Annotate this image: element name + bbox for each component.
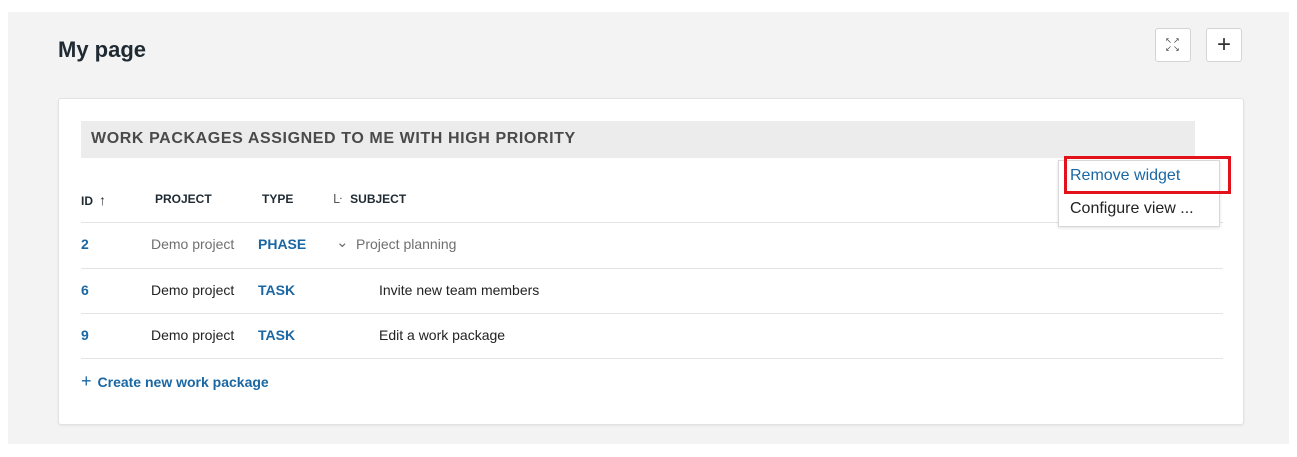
- page-container: My page ↖↗ ↙↘ + WORK PACKAGES ASSIGNED TO…: [8, 12, 1289, 444]
- widget-title: WORK PACKAGES ASSIGNED TO ME WITH HIGH P…: [91, 130, 576, 147]
- divider: [81, 358, 1223, 359]
- configure-view-menu-item[interactable]: Configure view ...: [1070, 200, 1194, 218]
- add-widget-button[interactable]: +: [1206, 28, 1242, 62]
- row-type: TASK: [258, 282, 296, 298]
- row-id-link[interactable]: 9: [81, 327, 89, 343]
- column-header-type[interactable]: TYPE: [262, 192, 293, 206]
- expand-button[interactable]: ↖↗ ↙↘: [1155, 28, 1191, 62]
- row-project: Demo project: [151, 327, 235, 343]
- row-subject[interactable]: Edit a work package: [379, 327, 505, 343]
- column-header-subject[interactable]: ᒷ SUBJECT: [333, 192, 406, 206]
- remove-widget-menu-item[interactable]: Remove widget: [1070, 167, 1180, 185]
- divider: [81, 222, 1223, 223]
- sort-ascending-icon: ↑: [99, 192, 106, 208]
- column-header-id[interactable]: ID ↑: [81, 192, 106, 208]
- hierarchy-icon: ᒷ: [333, 192, 343, 206]
- row-id-link[interactable]: 2: [81, 236, 89, 252]
- column-header-project[interactable]: PROJECT: [155, 192, 212, 206]
- collapse-chevron-icon[interactable]: ⌄: [336, 233, 349, 251]
- row-subject[interactable]: Project planning: [356, 236, 456, 252]
- create-work-package-link[interactable]: + Create new work package: [81, 371, 269, 392]
- column-header-id-label: ID: [81, 194, 93, 208]
- row-id-link[interactable]: 6: [81, 282, 89, 298]
- expand-icon: ↖↗ ↙↘: [1165, 36, 1181, 53]
- row-subject[interactable]: Invite new team members: [379, 282, 539, 298]
- row-type: TASK: [258, 327, 296, 343]
- widget-context-menu: Remove widget Configure view ...: [1058, 160, 1220, 227]
- page-title: My page: [58, 37, 147, 62]
- row-type: PHASE: [258, 236, 307, 252]
- create-work-package-label: Create new work package: [97, 374, 269, 390]
- column-header-subject-label: SUBJECT: [350, 192, 407, 206]
- work-packages-widget: WORK PACKAGES ASSIGNED TO ME WITH HIGH P…: [58, 98, 1244, 425]
- plus-icon: +: [1216, 31, 1231, 58]
- divider: [81, 313, 1223, 314]
- plus-icon: +: [81, 371, 92, 391]
- row-project: Demo project: [151, 282, 235, 298]
- row-project: Demo project: [151, 236, 235, 252]
- divider: [81, 268, 1223, 269]
- widget-header[interactable]: WORK PACKAGES ASSIGNED TO ME WITH HIGH P…: [81, 121, 1195, 158]
